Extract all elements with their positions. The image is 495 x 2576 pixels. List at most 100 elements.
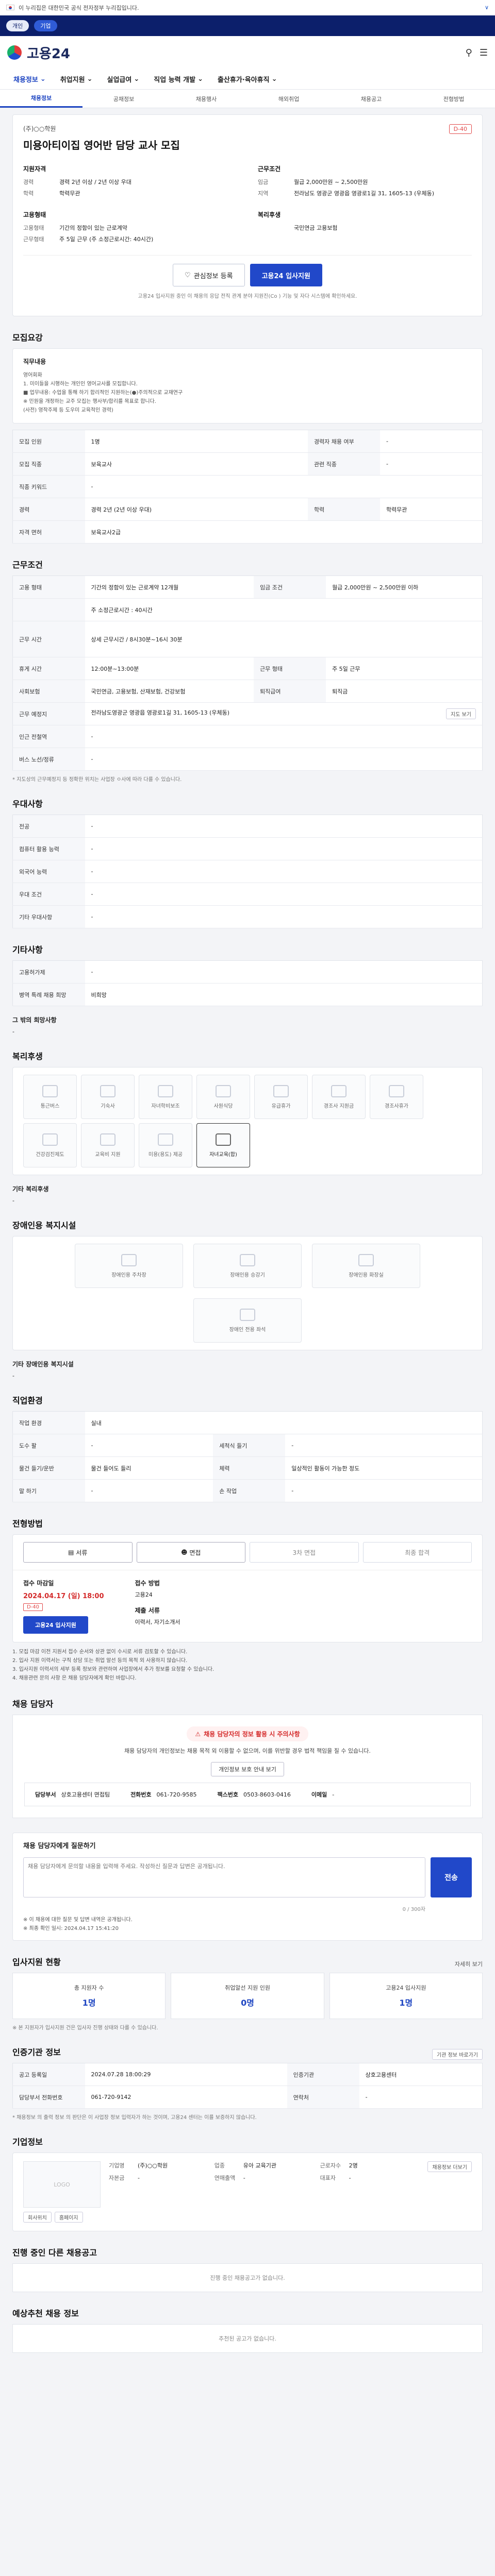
note-line: ※ 최종 확인 일시: 2024.04.17 15:41:20	[23, 1926, 119, 1931]
apply-steps: ▤ 서류 ☻ 면접 3차 면접 최종 합격	[13, 1535, 482, 1570]
company-box: LOGO 회사위치 홈페이지 기업명 (주)○○학원 업종 유아 교육기관 근로자수…	[12, 2153, 483, 2231]
table-row: 자격 면허 보육교사2급	[12, 520, 483, 544]
section-title: 근무조건	[12, 560, 43, 570]
stat-value: 1명	[82, 1998, 96, 2008]
tab-company[interactable]: 기업	[34, 20, 57, 31]
apply-button[interactable]: 고용24 입사지원	[250, 264, 322, 286]
search-icon[interactable]: ⚲	[466, 47, 472, 58]
recruit-table: 모집 인원 1명 경력자 채용 여부 - 모집 직종 보육교사 관련 직종 - 직종 키워드…	[12, 430, 483, 544]
subtab-public[interactable]: 공채정보	[82, 90, 165, 108]
send-button[interactable]: 전송	[431, 1857, 472, 1897]
more-jobs-button[interactable]: 채용정보 더보기	[427, 2161, 472, 2172]
stat-card: 총 지원자 수 1명	[12, 1973, 166, 2019]
question-input[interactable]	[23, 1857, 425, 1897]
duties-line: 1. 미이들을 시행하는 개인인 영어교사를 모집합니다.	[23, 381, 138, 387]
subtab-events[interactable]: 채용행사	[165, 90, 248, 108]
privacy-button[interactable]: 개인정보 보호 안내 보기	[211, 1762, 284, 1776]
table-row: 버스 노선/정류 -	[12, 748, 483, 771]
cafeteria-icon	[216, 1084, 231, 1097]
section-title: 복리후생	[12, 1052, 43, 1061]
subtab-method[interactable]: 전형방법	[412, 90, 495, 108]
step-item: 최종 합격	[362, 1542, 472, 1563]
row-key: 사회보험	[12, 680, 85, 703]
section-title: 진행 중인 다른 채용공고	[12, 2248, 97, 2258]
stats-grid: 총 지원자 수 1명 취업알선 지원 인원 0명 고용24 입사지원 1명	[12, 1973, 483, 2019]
save-interest-button[interactable]: ♡ 관심정보 등록	[173, 264, 245, 286]
stats-more-link[interactable]: 자세히 보기	[455, 1960, 483, 1968]
etc-sub-title: 그 밖의 희망사항	[12, 1016, 57, 1024]
table-row: 모집 인원 1명 경력자 채용 여부 -	[12, 430, 483, 453]
stats-note: ※ 본 지원자가 입사지원 건은 입사자 진행 상태와 다를 수 있습니다.	[12, 2025, 158, 2031]
subtab-notice[interactable]: 채용공고	[330, 90, 412, 108]
elevator-icon	[240, 1253, 255, 1266]
subtab-overseas[interactable]: 해외취업	[248, 90, 330, 108]
table-row: 인근 전철역 -	[12, 725, 483, 748]
tab-personal[interactable]: 개인	[6, 20, 29, 31]
welfare-icons: 통근버스 기숙사 자녀학비보조 사원식당 유급휴가 경조사 지원금 경조사휴가 …	[13, 1067, 482, 1175]
table-row: 외국어 능력 -	[12, 860, 483, 883]
info-note: * 채용정보 의 출력 정보 의 판단은 이 사업장 정보 입력자가 하는 것이…	[12, 2115, 257, 2121]
company-name[interactable]: (주)○○학원	[23, 124, 472, 133]
kv-value: 경력 2년 이상 / 2년 이상 우대	[59, 179, 131, 185]
menu-icon[interactable]: ☰	[480, 47, 488, 58]
field-value: -	[349, 2175, 351, 2181]
agency-link-button[interactable]: 기관 정보 바로가기	[432, 2048, 483, 2060]
map-button[interactable]: 지도 보기	[446, 708, 476, 719]
apply-button[interactable]: 고용24 입사지원	[23, 1616, 88, 1634]
kv-value: 학력무관	[59, 190, 80, 197]
menu-item-jobs[interactable]: 채용정보 ⌄	[6, 74, 53, 84]
menu-item-training[interactable]: 직업 능력 개발 ⌄	[146, 74, 210, 84]
char-count: 0 / 300자	[402, 1907, 425, 1912]
brand-logo-icon[interactable]	[7, 45, 22, 60]
disab-label: 장애인 전용 좌석	[229, 1327, 266, 1333]
table-row: 병역 특례 채용 희망 비희망	[12, 983, 483, 1006]
section-title: 입사지원 현황	[12, 1957, 61, 1967]
gov-banner-toggle[interactable]: ∨	[485, 4, 489, 11]
table-row: 우대 조건 -	[12, 883, 483, 906]
kv-key: 고용형태	[23, 225, 44, 231]
step-label: 서류	[76, 1549, 88, 1556]
duties-box: 직무내용 영어회화 1. 미이들을 시행하는 개인인 영어교사를 모집합니다. …	[12, 348, 483, 423]
welfare-item: 기숙사	[81, 1075, 135, 1119]
job-title: 미용아티이집 영어반 담당 교사 모집	[23, 139, 180, 151]
subtab-jobs[interactable]: 채용정보	[0, 90, 82, 108]
row-value: 주 소정근로시간 : 40시간	[85, 598, 483, 621]
row-value: 물건 들어도 들리	[85, 1456, 213, 1480]
menu-item-support[interactable]: 취업지원 ⌄	[53, 74, 100, 84]
disab-box: 장애인용 주차장 장애인용 승강기 장애인용 화장실 장애인 전용 좌석	[12, 1236, 483, 1350]
welfare-item: 통근버스	[23, 1075, 77, 1119]
welfare-item-active: 자녀교육(합)	[196, 1123, 250, 1167]
row-value: 12:00분~13:00분	[85, 657, 254, 680]
disab-label: 장애인용 주차장	[111, 1272, 146, 1278]
stat-value: 0명	[241, 1998, 254, 2008]
row-key: 학력	[307, 498, 380, 521]
qa-notes: ※ 이 채용에 대한 질문 및 답변 내역은 공개됩니다. ※ 최종 확인 일시…	[13, 1916, 482, 1940]
row-key: 고용 형태	[12, 575, 85, 599]
welfare-label: 통근버스	[40, 1103, 60, 1109]
chevron-down-icon: ⌄	[271, 75, 277, 83]
row-key: 병역 특례 채용 희망	[12, 983, 85, 1006]
homepage-button[interactable]: 홈페이지	[54, 2212, 83, 2223]
contact-value: 061-720-9585	[156, 1791, 197, 1798]
chevron-down-icon: ⌄	[87, 75, 93, 83]
gov-banner: 이 누리집은 대한민국 공식 전자정부 누리집입니다. ∨	[0, 0, 495, 15]
kv-key	[258, 224, 294, 232]
row-value: -	[85, 1434, 213, 1457]
row-key: 담당부서 전화번호	[12, 2086, 85, 2109]
row-key: 작업 환경	[12, 1411, 85, 1434]
menu-item-unemployment[interactable]: 실업급여 ⌄	[100, 74, 147, 84]
kv-value: 월급 2,000만원 ~ 2,500만원	[294, 179, 368, 185]
parking-icon	[121, 1253, 137, 1266]
brand-name[interactable]: 고용24	[27, 43, 70, 62]
contact-detail: 담당부서 상호고용센터 면접팀 전화번호 061-720-9585 팩스번호 0…	[24, 1783, 471, 1806]
health-icon	[42, 1133, 58, 1146]
row-key: 기타 우대사항	[12, 905, 85, 928]
menu-item-leave[interactable]: 출산휴가·육아휴직 ⌄	[210, 74, 285, 84]
deadline-label: 접수 마감일	[23, 1580, 54, 1587]
hero-note: 고용24 입사지원 중인 이 채용의 응답 전직 관계 분야 지원진(Co ) …	[138, 294, 357, 299]
row-key: 말 하기	[12, 1479, 85, 1502]
location-button[interactable]: 회사위치	[23, 2212, 52, 2223]
contact-key: 전화번호	[130, 1791, 152, 1798]
company-info-grid: 기업명 (주)○○학원 업종 유아 교육기관 근로자수 2명 자본금 - 연매출액 - 대…	[109, 2161, 419, 2182]
row-value: 2024.07.28 18:00:29	[85, 2063, 287, 2086]
